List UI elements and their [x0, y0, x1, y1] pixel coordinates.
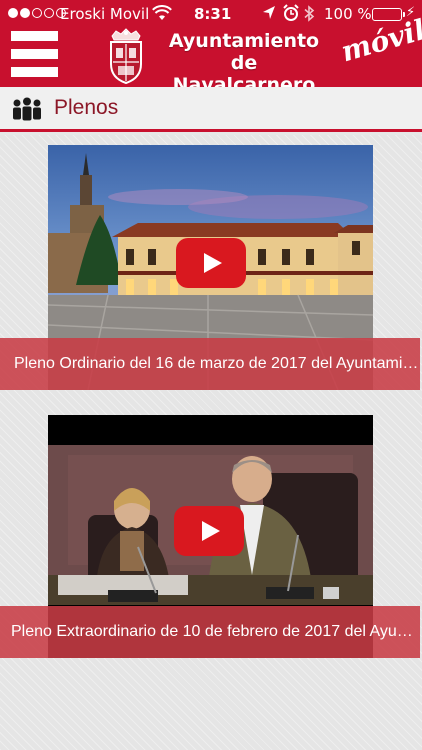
play-icon[interactable]	[174, 506, 244, 556]
section-title: Plenos	[54, 96, 119, 119]
clock-time: 8:31	[194, 5, 232, 23]
video-caption[interactable]: Pleno Ordinario del 16 de marzo de 2017 …	[0, 338, 420, 390]
status-bar: Eroski Movil 8:31 100 % ⚡	[0, 0, 422, 28]
video-list[interactable]: Pleno Ordinario del 16 de marzo de 2017 …	[0, 135, 422, 750]
wifi-icon	[152, 5, 172, 25]
people-group-icon	[12, 97, 42, 121]
section-header: Plenos	[0, 87, 422, 132]
alarm-clock-icon	[283, 4, 299, 26]
app-header: Eroski Movil 8:31 100 % ⚡ Ayuntamiento d…	[0, 0, 422, 96]
video-caption[interactable]: Pleno Extraordinario de 10 de febrero de…	[0, 606, 420, 658]
play-icon[interactable]	[176, 238, 246, 288]
location-arrow-icon	[262, 5, 276, 25]
signal-strength-icon	[8, 8, 66, 18]
battery-percentage: 100 %	[324, 5, 372, 23]
app-title-line1: Ayuntamiento de	[168, 30, 320, 74]
hamburger-menu-icon[interactable]	[11, 31, 58, 77]
coat-of-arms-icon	[106, 28, 146, 85]
carrier-name: Eroski Movil	[60, 5, 150, 23]
bluetooth-icon	[303, 5, 315, 26]
